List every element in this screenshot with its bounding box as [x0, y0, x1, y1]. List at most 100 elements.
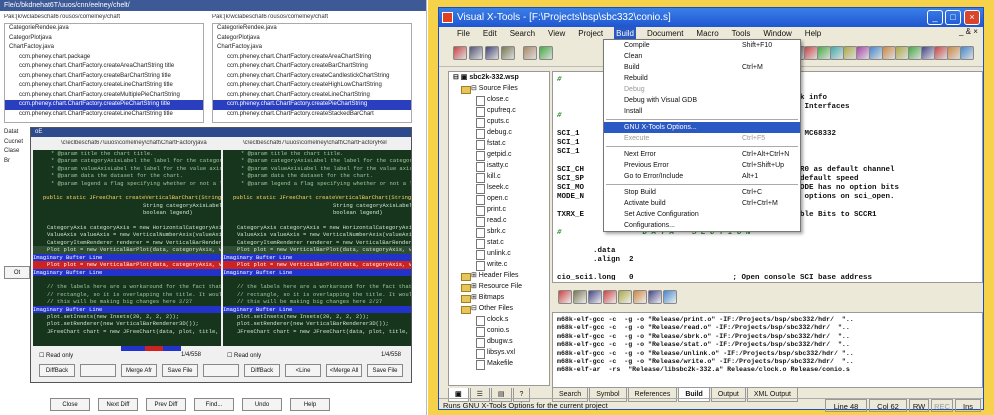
- dialog-button[interactable]: Close: [50, 398, 90, 411]
- tree-item[interactable]: ccm.pheney.chart.ChartFactory.createLine…: [5, 110, 203, 120]
- diff-button[interactable]: [203, 364, 239, 377]
- tree-folder[interactable]: ⊞ Bitmaps: [449, 292, 549, 303]
- close-button[interactable]: ×: [964, 10, 980, 25]
- menu-help[interactable]: Help: [803, 27, 823, 41]
- tree-item[interactable]: CategorieRendee.java: [5, 24, 203, 34]
- save-icon[interactable]: [485, 46, 499, 60]
- build-menu-item[interactable]: GNU X-Tools Options...: [604, 122, 800, 133]
- build-icon[interactable]: [558, 290, 572, 304]
- tree-file[interactable]: close.c: [449, 94, 549, 106]
- menu-edit[interactable]: Edit: [481, 27, 499, 41]
- build-output[interactable]: m68k-elf-gcc -c -g -o "Release/print.o" …: [552, 312, 983, 388]
- menu-view[interactable]: View: [546, 27, 567, 41]
- tree-item[interactable]: ccm.pheney.chart.ChartFactory.createCand…: [213, 72, 411, 82]
- tree-item[interactable]: ccm.pheney.chart.ChartFactory.createArea…: [213, 53, 411, 63]
- tree-item[interactable]: ccm.pheney.chart.ChartFactory.createMult…: [5, 91, 203, 101]
- check-icon[interactable]: [648, 290, 662, 304]
- tree-item[interactable]: ccm.pheney.chart.ChartFactory.createPieC…: [213, 100, 411, 110]
- run-icon[interactable]: [869, 46, 883, 60]
- cut-icon[interactable]: [523, 46, 537, 60]
- tree-item[interactable]: ccm.pheney.chart.ChartFactory.createStac…: [213, 110, 411, 120]
- compile-icon[interactable]: [573, 290, 587, 304]
- tree-file[interactable]: getpid.c: [449, 149, 549, 161]
- dialog-button[interactable]: Undo: [242, 398, 282, 411]
- compile-icon[interactable]: [830, 46, 844, 60]
- dialog-button[interactable]: Find...: [194, 398, 234, 411]
- build-icon[interactable]: [843, 46, 857, 60]
- bookmark-icon[interactable]: [882, 46, 896, 60]
- tree-file[interactable]: lseek.c: [449, 182, 549, 194]
- tree-file[interactable]: unlink.c: [449, 248, 549, 260]
- tree-item[interactable]: ChartFactoy.java: [5, 43, 203, 53]
- diff-button[interactable]: <Line: [285, 364, 321, 377]
- tree-file[interactable]: stat.c: [449, 237, 549, 249]
- tree-folder[interactable]: ⊟ Other Files: [449, 303, 549, 314]
- tree-file[interactable]: cpufreq.c: [449, 105, 549, 117]
- grid-icon[interactable]: [908, 46, 922, 60]
- tree-item[interactable]: ccm.pheney.chart.package: [5, 53, 203, 63]
- copy-icon[interactable]: [539, 46, 553, 60]
- ok-button[interactable]: Ot: [4, 266, 30, 279]
- diff-button[interactable]: [80, 364, 116, 377]
- tree-item[interactable]: ChartFactoy.java: [213, 43, 411, 53]
- stop-icon[interactable]: [588, 290, 602, 304]
- menu-search[interactable]: Search: [508, 27, 537, 41]
- tree-item[interactable]: ccm.pheney.chart.ChartFactory.createLine…: [213, 91, 411, 101]
- tree-file[interactable]: debug.c: [449, 127, 549, 139]
- dialog-button[interactable]: Prev Diff: [146, 398, 186, 411]
- diff-button[interactable]: Merge Afr: [121, 364, 157, 377]
- tree-file[interactable]: cputs.c: [449, 116, 549, 128]
- options-icon[interactable]: [633, 290, 647, 304]
- tree-item[interactable]: ccm.pheney.chart.ChartFactory.createPieC…: [5, 100, 203, 110]
- find-icon[interactable]: [804, 46, 818, 60]
- tree-file[interactable]: kill.c: [449, 171, 549, 183]
- tree-item[interactable]: ccm.pheney.chart.ChartFactory.createLine…: [5, 81, 203, 91]
- dialog-button[interactable]: Help: [290, 398, 330, 411]
- tree-item[interactable]: CategorPlotjava: [5, 34, 203, 44]
- new-file-icon[interactable]: [453, 46, 467, 60]
- print-icon[interactable]: [501, 46, 515, 60]
- build-menu-item[interactable]: Clean: [604, 51, 800, 62]
- tree-item[interactable]: ccm.pheney.chart.ChartFactory.createHigh…: [213, 81, 411, 91]
- tree-item[interactable]: CategorPlotjava: [213, 34, 411, 44]
- file-tree-left[interactable]: CategorieRendee.java CategorPlotjava Chart…: [4, 23, 204, 123]
- tree-item[interactable]: ccm.pheney.chart.ChartFactory.createBarC…: [213, 62, 411, 72]
- tree-file[interactable]: dbugw.s: [449, 336, 549, 348]
- tree-file[interactable]: print.c: [449, 204, 549, 216]
- file-tree-right[interactable]: CategorieRendee.java CategorPlotjava Chart…: [212, 23, 412, 123]
- diff-button[interactable]: DiffBack: [244, 364, 280, 377]
- build-menu-item[interactable]: Rebuild: [604, 73, 800, 84]
- tree-file[interactable]: Makefile: [449, 358, 549, 370]
- build-menu-item[interactable]: Debug with Visual GDB: [604, 95, 800, 106]
- build-menu-item[interactable]: Go to Error/Include Alt+1: [604, 171, 800, 182]
- tree-file[interactable]: write.c: [449, 259, 549, 271]
- build-menu-item[interactable]: Install: [604, 106, 800, 117]
- project-root[interactable]: ⊟ ▣ sbc2k-332.wsp: [449, 72, 549, 83]
- build-menu-item[interactable]: Compile Shift+F10: [604, 40, 800, 51]
- settings-icon[interactable]: [960, 46, 974, 60]
- stop-icon[interactable]: [934, 46, 948, 60]
- diff-button[interactable]: Save File: [367, 364, 403, 377]
- mdi-controls[interactable]: _ & ×: [959, 27, 978, 36]
- tree-folder[interactable]: ⊞ Header Files: [449, 270, 549, 281]
- run-icon[interactable]: [618, 290, 632, 304]
- build-menu-item[interactable]: Build Ctrl+M: [604, 62, 800, 73]
- tree-item[interactable]: ccm.pheney.chart.ChartFactory.createArea…: [5, 62, 203, 72]
- debug-icon[interactable]: [603, 290, 617, 304]
- build-menu-item[interactable]: Previous Error Ctrl+Shift+Up: [604, 160, 800, 171]
- minimize-button[interactable]: _: [927, 10, 943, 25]
- tree-folder[interactable]: ⊞ Resource File: [449, 281, 549, 292]
- tree-file[interactable]: sbrk.c: [449, 226, 549, 238]
- diff-button[interactable]: Save File: [162, 364, 198, 377]
- tree-file[interactable]: isatty.c: [449, 160, 549, 172]
- project-tree[interactable]: ⊟ ▣ sbc2k-332.wsp ⊟ Source Files close.c c…: [448, 71, 550, 386]
- chart-icon[interactable]: [947, 46, 961, 60]
- diff-button[interactable]: <Merge All: [326, 364, 362, 377]
- tree-file[interactable]: open.c: [449, 193, 549, 205]
- tree-item[interactable]: CategorieRendee.java: [213, 24, 411, 34]
- window-icon[interactable]: [895, 46, 909, 60]
- code-pane-left[interactable]: * @param title the chart title. * @param …: [33, 150, 221, 346]
- build-menu-item[interactable]: Set Active Configuration: [604, 209, 800, 220]
- diff-overview-bar[interactable]: [121, 346, 181, 351]
- diff-button[interactable]: DiffBack: [39, 364, 75, 377]
